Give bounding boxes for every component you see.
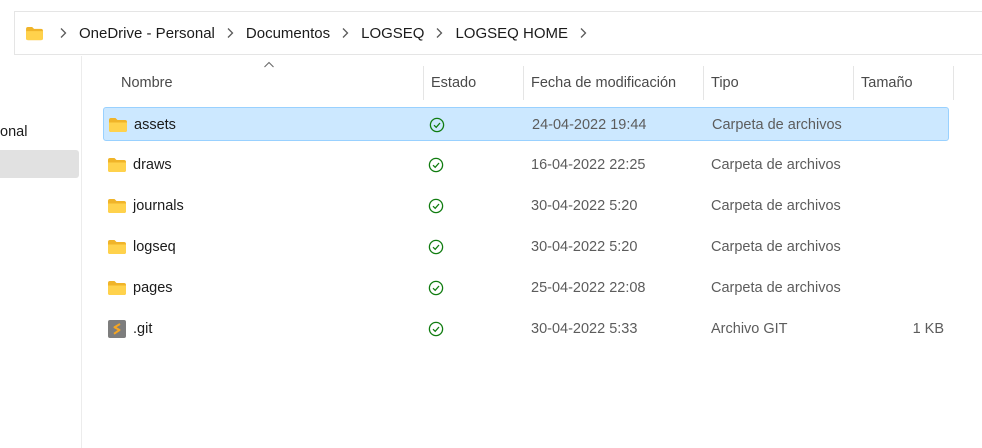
file-row[interactable]: journals 30-04-2022 5:20 Carpeta de arch… <box>103 189 949 223</box>
column-header-modified[interactable]: Fecha de modificación <box>531 64 676 102</box>
file-name-cell[interactable]: draws <box>107 148 172 182</box>
address-bar[interactable]: OneDrive - Personal Documentos LOGSEQ LO… <box>14 11 982 55</box>
modified-date: 16-04-2022 22:25 <box>531 157 646 173</box>
file-name: pages <box>133 280 173 296</box>
sync-check-icon <box>429 117 445 133</box>
modified-date: 30-04-2022 5:33 <box>531 321 638 337</box>
sync-check-icon <box>428 239 444 255</box>
file-name: assets <box>134 117 176 133</box>
file-name-cell[interactable]: .git <box>107 312 152 346</box>
file-row[interactable]: pages 25-04-2022 22:08 Carpeta de archiv… <box>103 271 949 305</box>
breadcrumb-logseq-home[interactable]: LOGSEQ HOME <box>453 25 570 42</box>
chevron-right-icon[interactable] <box>336 24 354 42</box>
status-cell <box>428 271 444 305</box>
sync-check-icon <box>428 157 444 173</box>
file-type: Carpeta de archivos <box>711 239 841 255</box>
file-row[interactable]: draws 16-04-2022 22:25 Carpeta de archiv… <box>103 148 949 182</box>
sync-check-icon <box>428 321 444 337</box>
file-type: Archivo GIT <box>711 321 788 337</box>
column-header-type[interactable]: Tipo <box>711 64 739 102</box>
file-row[interactable]: .git 30-04-2022 5:33 Archivo GIT 1 KB <box>103 312 949 346</box>
folder-icon <box>107 198 127 214</box>
status-cell <box>429 108 445 142</box>
column-divider[interactable] <box>703 66 704 100</box>
file-name-cell[interactable]: pages <box>107 271 173 305</box>
column-divider[interactable] <box>853 66 854 100</box>
file-name-cell[interactable]: logseq <box>107 230 176 264</box>
modified-date: 30-04-2022 5:20 <box>531 198 638 214</box>
column-header-status[interactable]: Estado <box>431 64 476 102</box>
file-name: journals <box>133 198 184 214</box>
column-divider[interactable] <box>523 66 524 100</box>
breadcrumb-documentos[interactable]: Documentos <box>244 25 332 42</box>
status-cell <box>428 148 444 182</box>
nav-item-selected[interactable] <box>0 150 79 178</box>
folder-icon <box>107 280 127 296</box>
chevron-right-icon[interactable] <box>430 24 448 42</box>
column-header-row: Nombre Estado Fecha de modificación Tipo… <box>103 61 955 102</box>
file-type: Carpeta de archivos <box>711 198 841 214</box>
folder-icon <box>107 239 127 255</box>
file-name: .git <box>133 321 153 337</box>
sync-check-icon <box>428 198 444 214</box>
breadcrumb-onedrive[interactable]: OneDrive - Personal <box>77 25 217 42</box>
file-type: Carpeta de archivos <box>711 280 841 296</box>
column-header-name[interactable]: Nombre <box>121 64 173 102</box>
folder-icon <box>108 117 128 133</box>
sort-ascending-icon <box>263 60 275 72</box>
folder-icon <box>25 26 44 41</box>
modified-date: 30-04-2022 5:20 <box>531 239 638 255</box>
file-row[interactable]: assets 24-04-2022 19:44 Carpeta de archi… <box>103 107 949 141</box>
column-header-size[interactable]: Tamaño <box>861 64 913 102</box>
file-name-cell[interactable]: assets <box>108 108 176 142</box>
file-row[interactable]: logseq 30-04-2022 5:20 Carpeta de archiv… <box>103 230 949 264</box>
sync-check-icon <box>428 280 444 296</box>
column-divider[interactable] <box>423 66 424 100</box>
file-size: 1 KB <box>912 321 944 337</box>
file-name: logseq <box>133 239 176 255</box>
chevron-right-icon[interactable] <box>54 24 72 42</box>
status-cell <box>428 189 444 223</box>
column-divider[interactable] <box>953 66 954 100</box>
chevron-right-icon[interactable] <box>221 24 239 42</box>
status-cell <box>428 312 444 346</box>
modified-date: 25-04-2022 22:08 <box>531 280 646 296</box>
file-type: Carpeta de archivos <box>712 117 842 133</box>
file-name: draws <box>133 157 172 173</box>
folder-icon <box>107 157 127 173</box>
status-cell <box>428 230 444 264</box>
nav-item-onedrive-personal[interactable]: onal <box>0 124 27 140</box>
git-file-icon <box>107 319 127 339</box>
file-type: Carpeta de archivos <box>711 157 841 173</box>
chevron-right-icon[interactable] <box>574 24 592 42</box>
breadcrumb-logseq[interactable]: LOGSEQ <box>359 25 426 42</box>
modified-date: 24-04-2022 19:44 <box>532 117 647 133</box>
navigation-pane: onal <box>0 56 82 448</box>
file-name-cell[interactable]: journals <box>107 189 184 223</box>
